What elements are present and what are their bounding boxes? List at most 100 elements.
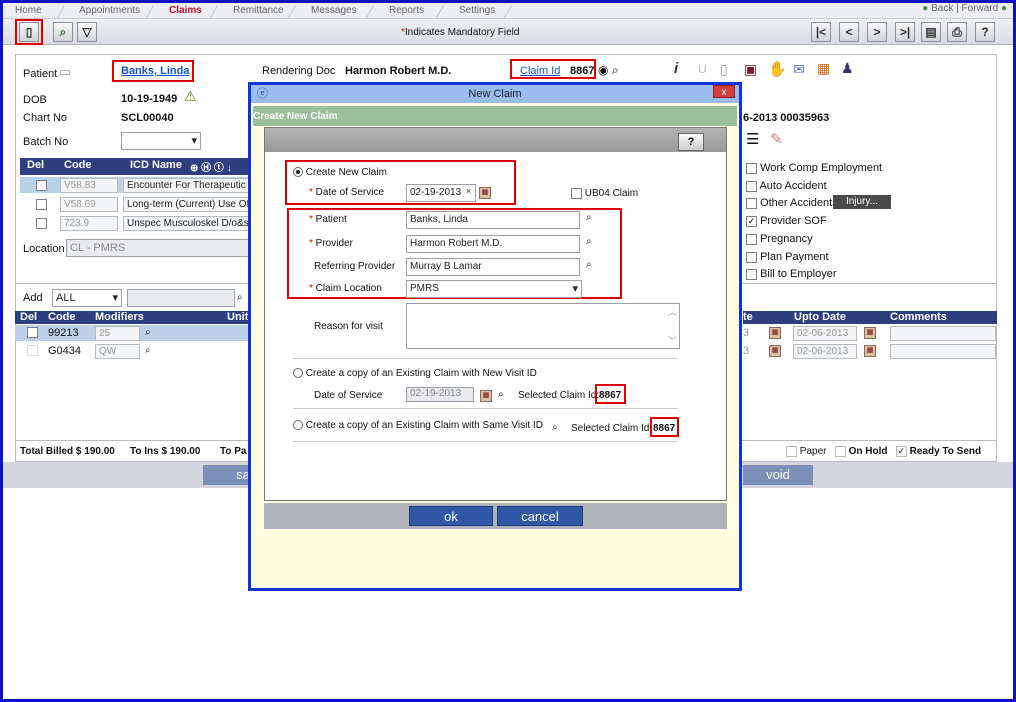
copy-same-radio[interactable] <box>293 420 303 431</box>
hand-icon[interactable]: ✋ <box>768 60 787 78</box>
first-record-button[interactable]: |< <box>811 22 831 42</box>
procedure-row[interactable]: 99213 25 ⌕ <box>15 325 249 341</box>
help-icon[interactable]: ? <box>975 22 995 42</box>
procedure-row[interactable]: G0434 QW ⌕ <box>15 343 249 359</box>
claim-history-icon[interactable]: ◉ <box>598 63 608 77</box>
location-field[interactable]: CL - PMRS <box>66 239 250 257</box>
edit-icon[interactable]: ✎ <box>770 130 783 148</box>
scroll-up-icon[interactable]: ︿ <box>668 305 677 318</box>
referring-provider-field[interactable]: Murray B Lamar <box>406 258 580 276</box>
ub04-checkbox[interactable] <box>571 188 582 199</box>
close-icon[interactable]: x <box>713 85 735 98</box>
modifier-search-icon[interactable]: ⌕ <box>145 327 151 338</box>
icd-row[interactable]: V58.83 Encounter For Therapeutic D <box>20 177 253 193</box>
help-button[interactable]: ? <box>678 133 704 151</box>
calendar-icon[interactable]: ▦ <box>769 345 781 357</box>
next-record-button[interactable]: > <box>867 22 887 42</box>
user-icon[interactable]: ♟ <box>841 60 854 77</box>
on-hold-checkbox[interactable] <box>834 446 846 457</box>
tab-claims[interactable]: Claims <box>169 5 202 16</box>
claim-search-icon[interactable]: ⌕ <box>552 422 558 433</box>
work-comp-checkbox[interactable] <box>746 162 757 174</box>
calendar-icon[interactable]: ▦ <box>479 187 491 199</box>
rendering-doc-value: Harmon Robert M.D. <box>345 65 452 77</box>
claim-search-icon[interactable]: ⌕ <box>612 63 619 78</box>
back-link[interactable]: Back <box>931 3 953 14</box>
plan-payment-checkbox[interactable] <box>746 251 757 263</box>
copy-dos-input[interactable]: 02-19-2013 <box>406 387 474 402</box>
tab-settings[interactable]: Settings <box>459 5 495 16</box>
procedure-date-row[interactable]: 3 ▦ 02-06-2013 ▦ <box>743 325 997 341</box>
scroll-down-icon[interactable]: ﹀ <box>668 334 677 347</box>
add-select[interactable]: ALL <box>52 289 122 307</box>
icd-header: Del Code ICD Name ⊕ Ⓗ ⓣ ↓ <box>20 158 250 175</box>
ready-to-send-checkbox[interactable]: ✓ <box>895 446 907 457</box>
alert-icon[interactable]: ⚠ <box>184 88 197 105</box>
injury-button[interactable]: Injury... <box>833 195 891 209</box>
provider-field[interactable]: Harmon Robert M.D. <box>406 235 580 253</box>
underline-icon[interactable]: U <box>698 62 707 76</box>
icd-toolbar-icons[interactable]: ⊕ Ⓗ ⓣ ↓ <box>190 159 232 174</box>
search-icon[interactable]: ⌕ <box>53 22 73 42</box>
ok-button[interactable]: ok <box>409 506 493 526</box>
info-icon[interactable]: i <box>674 60 678 77</box>
create-new-radio[interactable] <box>293 167 303 178</box>
calendar-icon[interactable]: ▦ <box>864 345 876 357</box>
icd-row[interactable]: V58.69 Long-term (Current) Use Of <box>20 196 253 212</box>
batch-select[interactable] <box>121 132 201 150</box>
claim-search-icon[interactable]: ⌕ <box>498 389 504 400</box>
pregnancy-checkbox[interactable] <box>746 233 757 245</box>
add-search-icon[interactable]: ⌕ <box>237 292 243 303</box>
provider-search-icon[interactable]: ⌕ <box>586 236 592 247</box>
void-button[interactable]: void <box>743 465 813 485</box>
tab-home[interactable]: Home <box>15 5 42 16</box>
clear-date-icon[interactable]: × <box>466 186 471 196</box>
tab-appointments[interactable]: Appointments <box>79 5 140 16</box>
forward-icon[interactable]: ● <box>1001 3 1007 14</box>
add-code-input[interactable] <box>127 289 235 307</box>
forward-link[interactable]: Forward <box>961 3 998 14</box>
calendar-icon[interactable]: ▦ <box>769 327 781 339</box>
procedure-header: Del Code Modifiers Unit <box>15 311 249 324</box>
claim-location-select[interactable]: PMRS <box>406 280 582 298</box>
chart-value: SCL00040 <box>121 112 174 124</box>
other-accidents-checkbox[interactable] <box>746 197 757 209</box>
ledger-icon[interactable]: ▣ <box>744 61 757 78</box>
tab-reports[interactable]: Reports <box>389 5 424 16</box>
email-icon[interactable]: ✉ <box>793 61 805 78</box>
filter-icon[interactable]: ▽ <box>77 22 97 42</box>
icd-row[interactable]: 723.9 Unspec Musculoskel D/o&s <box>20 215 253 231</box>
last-record-button[interactable]: >| <box>895 22 915 42</box>
back-icon[interactable]: ● <box>922 3 928 14</box>
auto-accident-checkbox[interactable] <box>746 180 757 192</box>
create-new-option[interactable]: Create New Claim <box>293 167 387 178</box>
copy-new-radio[interactable] <box>293 368 303 379</box>
copy-same-option[interactable]: Create a copy of an Existing Claim with … <box>293 420 543 431</box>
copy-new-option[interactable]: Create a copy of an Existing Claim with … <box>293 368 537 379</box>
provider-sof-checkbox[interactable]: ✓ <box>746 215 757 227</box>
selected-claim-label: Selected Claim Id: <box>518 390 600 401</box>
cancel-button[interactable]: cancel <box>497 506 583 526</box>
patient-search-icon[interactable]: ⌕ <box>586 212 592 223</box>
print-icon[interactable]: ⎙ <box>947 22 967 42</box>
list-icon[interactable]: ☰ <box>746 130 759 148</box>
calendar-icon[interactable]: ▦ <box>864 327 876 339</box>
paper-checkbox[interactable] <box>786 446 797 457</box>
patient-card-icon[interactable]: ▭ <box>59 64 71 80</box>
report-icon[interactable]: ▦ <box>817 60 830 77</box>
modifier-search-icon[interactable]: ⌕ <box>145 345 151 356</box>
claim-reference: 6-2013 00035963 <box>743 112 830 124</box>
bill-employer-checkbox[interactable] <box>746 268 757 280</box>
prev-record-button[interactable]: < <box>839 22 859 42</box>
procedure-date-row[interactable]: 3 ▦ 02-06-2013 ▦ <box>743 343 997 359</box>
calendar-icon[interactable]: ▦ <box>480 390 492 402</box>
tab-messages[interactable]: Messages <box>311 5 357 16</box>
procedure-date-header: te Upto Date Comments <box>743 311 997 324</box>
preview-icon[interactable]: ▤ <box>921 22 941 42</box>
ub04-option[interactable]: UB04 Claim <box>571 188 638 199</box>
referring-provider-search-icon[interactable]: ⌕ <box>586 259 592 270</box>
document-icon[interactable]: ▯ <box>720 61 728 78</box>
patient-field[interactable]: Banks, Linda <box>406 211 580 229</box>
reason-textarea[interactable]: ︿ ﹀ <box>406 303 680 349</box>
tab-remittance[interactable]: Remittance <box>233 5 284 16</box>
